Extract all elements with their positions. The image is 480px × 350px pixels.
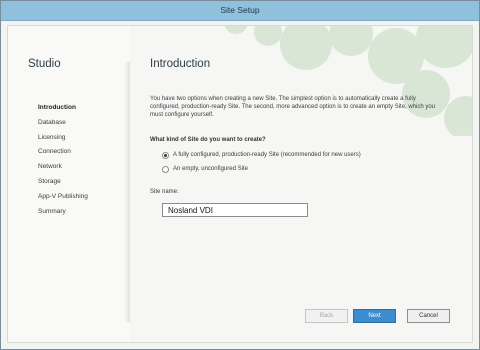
step-licensing[interactable]: Licensing [38, 132, 88, 147]
option-label: A fully configured, production-ready Sit… [173, 152, 361, 158]
back-button[interactable]: Back [305, 309, 348, 323]
page-title: Introduction [150, 58, 211, 70]
step-connection[interactable]: Connection [38, 146, 88, 161]
step-storage[interactable]: Storage [38, 176, 88, 191]
site-type-question: What kind of Site do you want to create? [150, 137, 266, 143]
site-name-label: Site name: [150, 189, 179, 195]
option-empty-site[interactable]: An empty, unconfigured Site [162, 164, 248, 174]
next-button[interactable]: Next [353, 309, 396, 323]
step-database[interactable]: Database [38, 117, 88, 132]
step-list: Introduction Database Licensing Connecti… [38, 102, 88, 220]
step-summary[interactable]: Summary [38, 206, 88, 221]
cancel-button[interactable]: Cancel [407, 309, 450, 323]
sidebar-brand: Studio [28, 58, 61, 70]
option-label: An empty, unconfigured Site [173, 166, 248, 172]
wizard-content: Studio Introduction Database Licensing C… [7, 25, 473, 343]
title-bar[interactable]: Site Setup [1, 1, 479, 21]
radio-button[interactable] [162, 165, 169, 173]
step-introduction[interactable]: Introduction [38, 102, 88, 117]
wizard-sidebar: Studio Introduction Database Licensing C… [8, 26, 130, 342]
option-fully-configured[interactable]: A fully configured, production-ready Sit… [162, 150, 361, 160]
site-name-input[interactable] [162, 203, 308, 217]
window-title: Site Setup [220, 5, 260, 15]
step-app-v-publishing[interactable]: App-V Publishing [38, 191, 88, 206]
setup-window: Site Setup Studio Introduction Database … [0, 0, 480, 350]
step-network[interactable]: Network [38, 161, 88, 176]
intro-text: You have two options when creating a new… [150, 96, 436, 118]
radio-button-selected[interactable] [162, 151, 169, 159]
